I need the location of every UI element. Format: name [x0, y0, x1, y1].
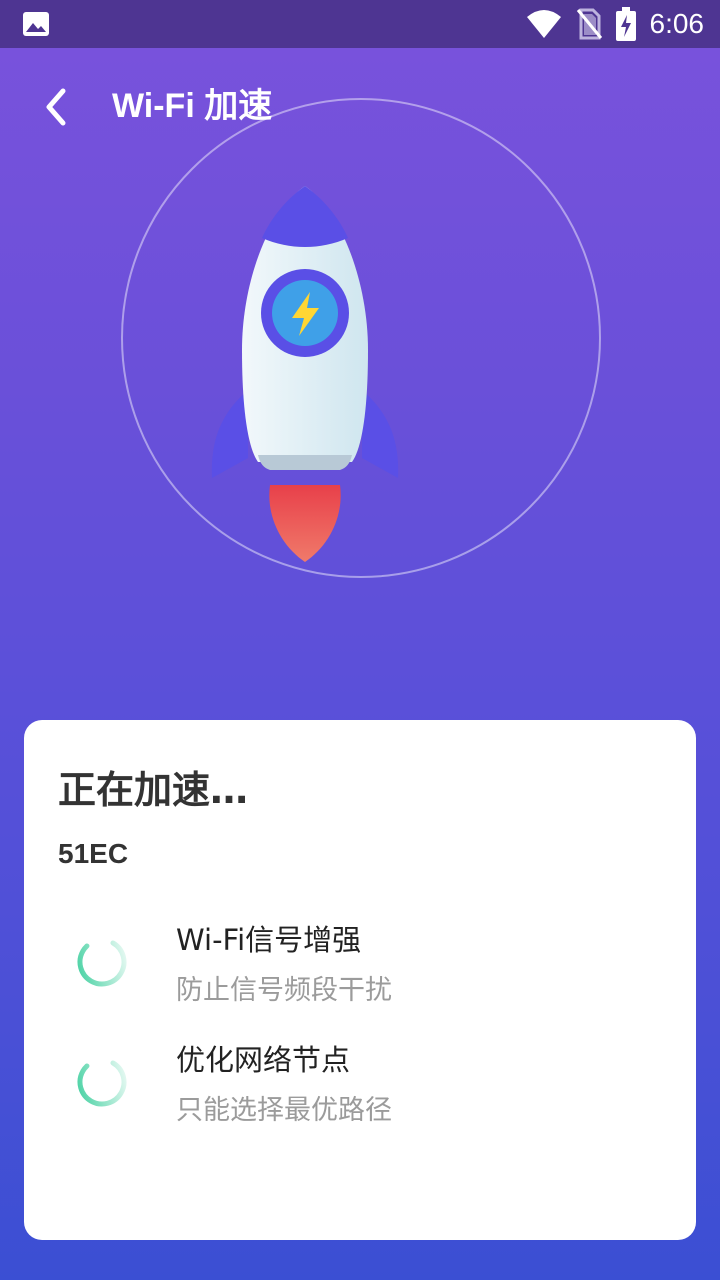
page-title: Wi-Fi 加速 [112, 87, 273, 125]
rocket-icon [211, 186, 399, 562]
status-time: 6:06 [649, 8, 705, 39]
loading-spinner-icon [77, 937, 127, 987]
back-button[interactable] [30, 80, 84, 134]
chevron-left-icon [46, 88, 66, 126]
battery-charging-icon [615, 7, 636, 41]
status-icons: 6:06 [526, 0, 705, 48]
screen: 6:06 Wi-Fi 加速 正在加速… 51EC Wi-Fi信号增强 防止信号频… [0, 0, 720, 1280]
image-icon [23, 12, 49, 36]
wifi-icon [526, 10, 561, 38]
task-title: Wi-Fi信号增强 [176, 923, 362, 957]
wifi-ssid: 51EC [58, 838, 129, 869]
task-item-node: 优化网络节点 只能选择最优路径 [24, 1040, 696, 1150]
task-title: 优化网络节点 [176, 1043, 351, 1077]
card-title: 正在加速… [58, 768, 249, 812]
task-subtitle: 只能选择最优路径 [176, 1095, 392, 1126]
task-item-signal: Wi-Fi信号增强 防止信号频段干扰 [24, 920, 696, 1030]
loading-spinner-icon [77, 1057, 127, 1107]
status-bar: 6:06 [0, 0, 720, 48]
task-subtitle: 防止信号频段干扰 [176, 975, 392, 1006]
no-sim-icon [576, 8, 602, 40]
acceleration-card: 正在加速… 51EC Wi-Fi信号增强 防止信号频段干扰 优化网络节点 只能选… [24, 720, 696, 1240]
